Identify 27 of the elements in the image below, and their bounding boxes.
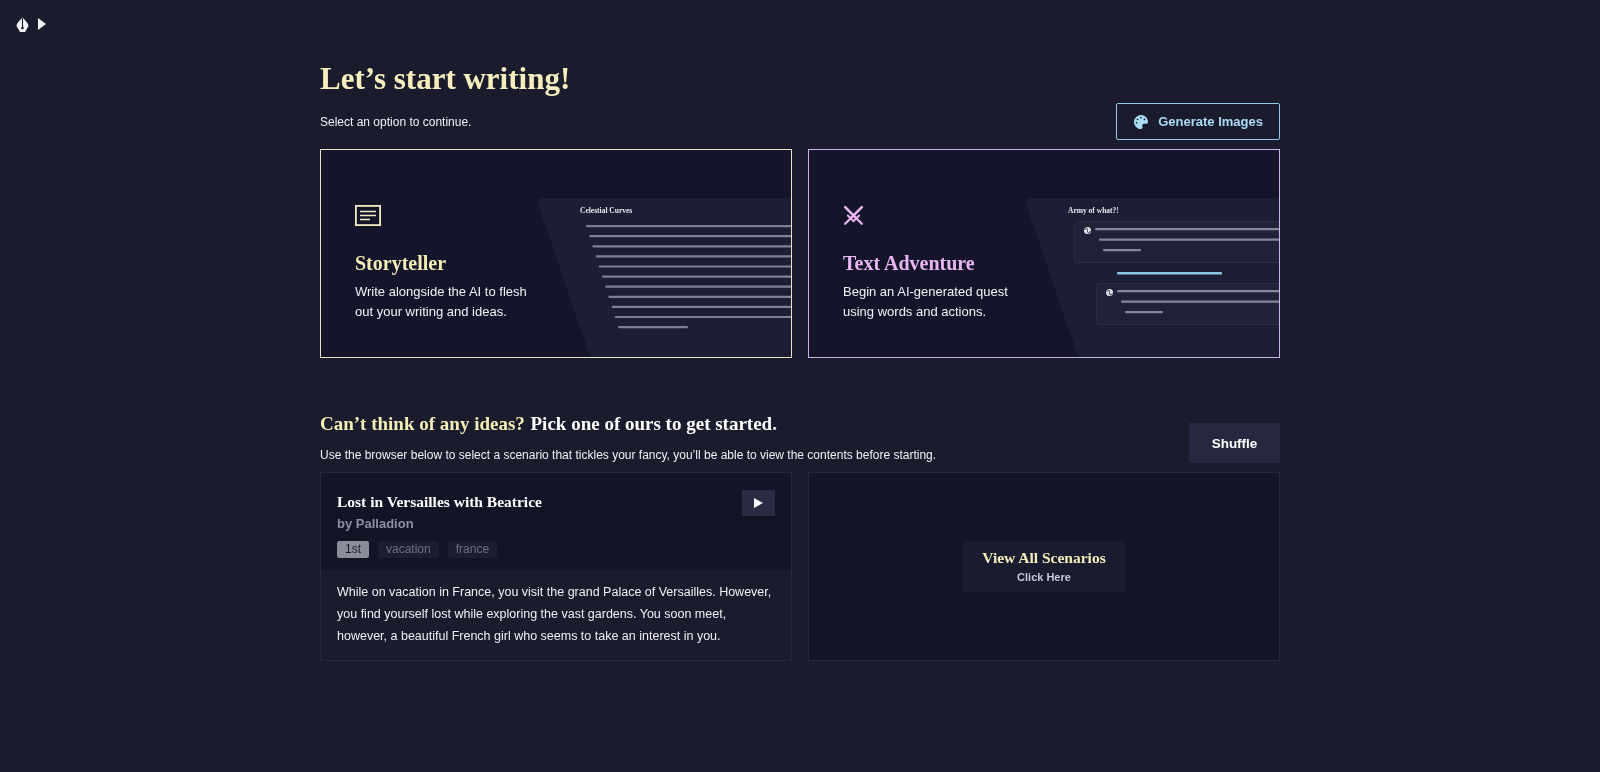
- mode-title: Storyteller: [355, 251, 447, 276]
- shuffle-button[interactable]: Shuffle: [1189, 423, 1280, 463]
- tag-chip: france: [447, 541, 498, 558]
- tag-chip: 1st: [337, 541, 369, 558]
- scenario-title: Lost in Versailles with Beatrice: [337, 492, 542, 512]
- swirl-icon: [1084, 227, 1091, 234]
- crossed-swords-icon: [843, 205, 864, 226]
- play-button[interactable]: [742, 490, 775, 516]
- scenario-author: by Palladion: [337, 516, 414, 532]
- mode-title: Text Adventure: [843, 251, 975, 276]
- section-heading: Pick one of ours to get started.: [530, 412, 777, 436]
- tag-chip: vacation: [378, 541, 439, 558]
- mode-description: Begin an AI-generated quest using words and actions.: [843, 283, 1009, 321]
- play-icon: [754, 498, 763, 508]
- view-all-button[interactable]: View All Scenarios Click Here: [962, 541, 1126, 592]
- page-subtitle: Select an option to continue.: [320, 114, 472, 130]
- palette-icon: [1134, 114, 1149, 129]
- pen-nib-icon[interactable]: [16, 17, 29, 32]
- page-title: Let’s start writing!: [320, 61, 571, 97]
- text-lines-icon: [355, 205, 381, 226]
- caret-right-icon[interactable]: [38, 18, 46, 30]
- section-subtitle: Use the browser below to select a scenario that tickles your fancy, you’ll be able to view the contents before starting.: [320, 447, 937, 463]
- section-heading-question: Can’t think of any ideas?: [320, 412, 525, 436]
- mode-description: Write alongside the AI to flesh out your writing and ideas.: [355, 283, 528, 321]
- scenario-description: While on vacation in France, you visit the grand Palace of Versailles. However, you find yourself lost while exploring the vast gardens. You soon meet, however, a beautiful French girl who seems to take an interest in you.: [336, 584, 773, 645]
- swirl-icon: [1106, 289, 1113, 296]
- generate-images-button[interactable]: Generate Images: [1116, 103, 1280, 140]
